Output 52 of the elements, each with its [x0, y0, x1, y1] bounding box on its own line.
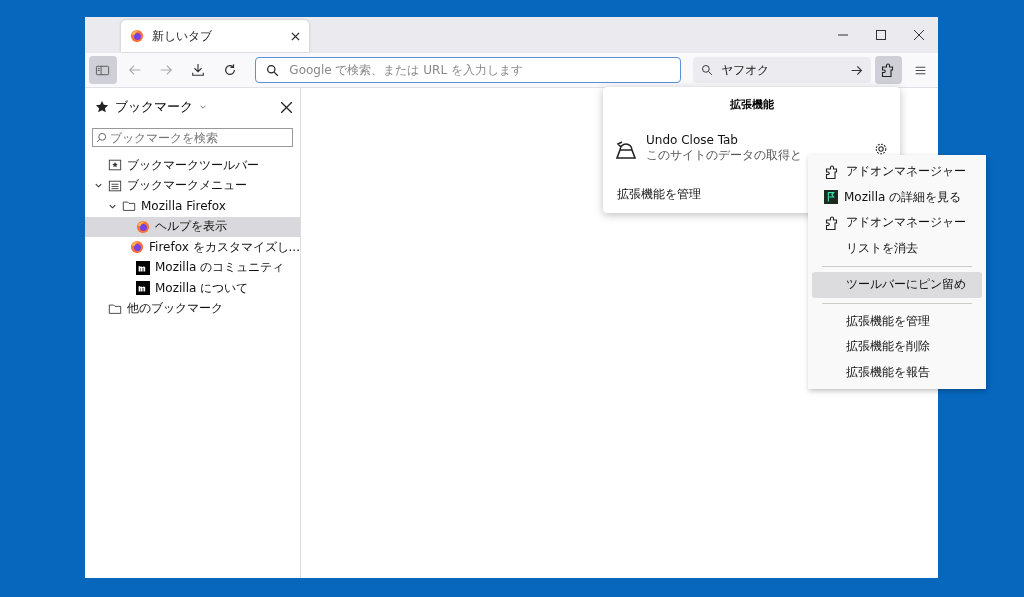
reload-icon[interactable]	[222, 63, 237, 77]
menu-item[interactable]: 拡張機能を管理	[812, 308, 982, 334]
mozilla-icon	[136, 281, 150, 296]
close-icon[interactable]	[914, 30, 924, 40]
menu-item[interactable]: アドオンマネージャー	[812, 210, 982, 236]
close-icon[interactable]	[291, 31, 300, 41]
panel-title: 拡張機能	[728, 97, 775, 113]
folder-icon	[122, 199, 136, 214]
list-icon	[108, 178, 122, 193]
firefox-icon	[136, 219, 150, 234]
sidebar-title[interactable]: ブックマーク	[115, 98, 193, 116]
bookmark-search-field[interactable]: ブックマークを検索	[92, 128, 293, 147]
star-icon	[95, 100, 109, 114]
bookmark-item[interactable]: ヘルプを表示	[85, 216, 300, 237]
search-icon	[700, 64, 713, 76]
puzzle-icon	[824, 163, 840, 180]
maximize-icon[interactable]	[876, 30, 886, 40]
menu-item[interactable]: リストを消去	[812, 235, 982, 261]
flag-icon	[824, 190, 838, 205]
download-icon[interactable]	[190, 63, 205, 77]
folder-icon	[108, 301, 122, 316]
puzzle-icon	[824, 214, 840, 231]
sidebar-toggle-button[interactable]	[89, 56, 117, 84]
mozilla-icon	[136, 260, 150, 275]
browser-tab[interactable]: 新しいタブ	[121, 20, 309, 52]
bookmark-item[interactable]: Mozilla のコミュニティ	[85, 257, 300, 278]
search-icon	[266, 63, 280, 77]
go-arrow-icon[interactable]	[849, 63, 863, 77]
search-icon	[96, 132, 107, 143]
menu-item[interactable]: Mozilla の詳細を見る	[812, 184, 982, 210]
settings-icon[interactable]	[874, 141, 888, 156]
search-input[interactable]: ヤフオク	[720, 63, 842, 77]
menu-item[interactable]: 拡張機能を削除	[812, 334, 982, 360]
extensions-button[interactable]	[874, 56, 903, 84]
address-bar[interactable]: Google で検索、または URL を入力します	[255, 57, 681, 83]
search-field[interactable]: ヤフオク	[692, 57, 871, 83]
bookmark-item[interactable]: ブックマークメニュー	[85, 175, 300, 196]
bookmark-item[interactable]: Mozilla について	[85, 278, 300, 299]
bookmark-item[interactable]: Firefox をカスタマイズし...	[85, 237, 300, 258]
menu-item[interactable]: 拡張機能を報告	[812, 359, 982, 385]
bookmark-item[interactable]: ブックマークツールバー	[85, 155, 300, 176]
extension-name[interactable]: Undo Close Tab	[646, 133, 802, 147]
firefox-icon	[130, 29, 144, 43]
firefox-icon	[130, 240, 144, 255]
address-input[interactable]: Google で検索、または URL を入力します	[289, 63, 670, 77]
menu-item[interactable]: アドオンマネージャー	[812, 159, 982, 185]
close-icon[interactable]	[281, 101, 292, 113]
extension-description: このサイトのデータの取得と	[646, 147, 802, 164]
bookmark-item[interactable]: 他のブックマーク	[85, 298, 300, 319]
menu-item[interactable]: ツールバーにピン留め	[812, 272, 982, 298]
bookmark-item[interactable]: Mozilla Firefox	[85, 196, 300, 217]
star-box-icon	[108, 158, 122, 173]
